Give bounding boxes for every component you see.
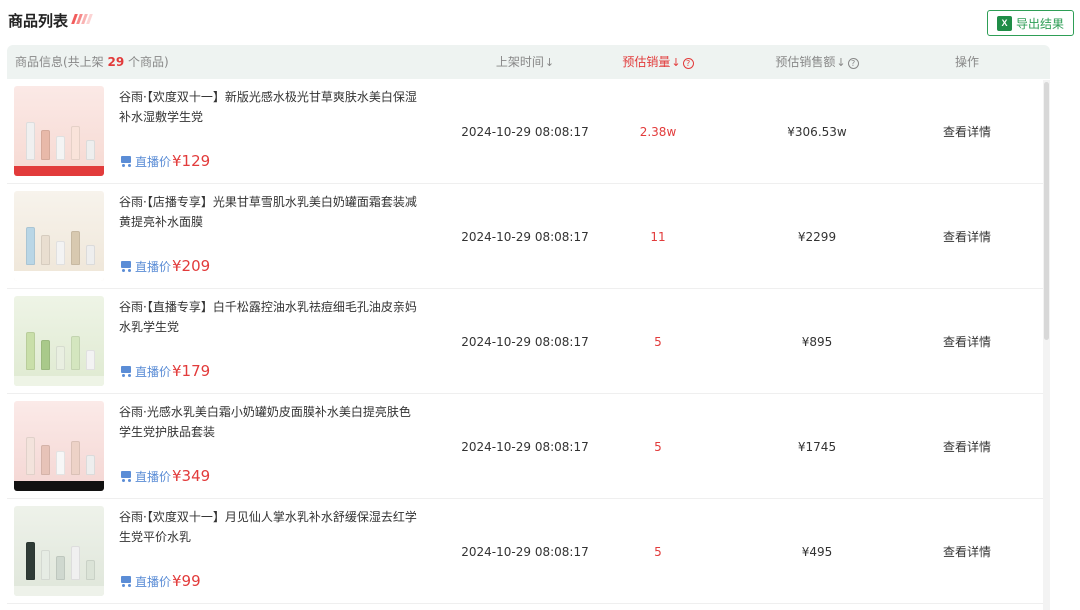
- price-label: 直播价: [135, 469, 172, 484]
- scrollbar[interactable]: [1043, 80, 1050, 610]
- cart-icon: [119, 470, 133, 482]
- title-decoration: [71, 14, 93, 24]
- price-value: ¥179: [172, 362, 211, 380]
- help-icon[interactable]: ?: [847, 58, 859, 69]
- cart-icon: [119, 155, 133, 167]
- column-estimated-sales[interactable]: 预估销量↓?: [603, 45, 713, 79]
- scrollbar-thumb[interactable]: [1044, 82, 1049, 340]
- estimated-amount: ¥495: [801, 545, 833, 559]
- estimated-sales: 5: [654, 335, 662, 349]
- product-name[interactable]: 谷雨·【店播专享】光果甘草雪肌水乳美白奶罐面霜套装减黄提亮补水面膜: [119, 192, 419, 232]
- view-details-link[interactable]: 查看详情: [912, 437, 1022, 457]
- live-price: 直播价 ¥179: [119, 362, 210, 380]
- table-row: 谷雨·光感水乳美白霜小奶罐奶皮面膜补水美白提亮肤色学生党护肤品套装 直播价 ¥3…: [7, 394, 1050, 499]
- live-price: 直播价 ¥99: [119, 572, 201, 590]
- price-label: 直播价: [135, 154, 172, 169]
- live-price: 直播价 ¥129: [119, 152, 210, 170]
- cart-icon: [119, 365, 133, 377]
- price-value: ¥99: [172, 572, 201, 590]
- product-name[interactable]: 谷雨·【欢度双十一】新版光感水极光甘草爽肤水美白保湿补水湿敷学生党: [119, 87, 419, 127]
- table-header: 商品信息(共上架 29 个商品) 上架时间↓ 预估销量↓? 预估销售额↓? 操作: [7, 45, 1050, 79]
- table-row: 谷雨·【欢度双十一】新版光感水极光甘草爽肤水美白保湿补水湿敷学生党 直播价 ¥1…: [7, 79, 1050, 184]
- column-product-info: 商品信息(共上架 29 个商品): [15, 55, 169, 69]
- table-row: 谷雨·【欢度双十一】月见仙人掌水乳补水舒缓保湿去红学生党平价水乳 直播价 ¥99…: [7, 499, 1050, 604]
- estimated-amount: ¥306.53w: [787, 125, 847, 139]
- product-name[interactable]: 谷雨·【直播专享】白千松露控油水乳祛痘细毛孔油皮亲妈水乳学生党: [119, 297, 419, 337]
- estimated-sales: 5: [654, 545, 662, 559]
- view-details-link[interactable]: 查看详情: [912, 227, 1022, 247]
- price-value: ¥349: [172, 467, 211, 485]
- view-details-link[interactable]: 查看详情: [912, 122, 1022, 142]
- product-name[interactable]: 谷雨·光感水乳美白霜小奶罐奶皮面膜补水美白提亮肤色学生党护肤品套装: [119, 402, 419, 442]
- listing-time: 2024-10-29 08:08:17: [461, 125, 589, 139]
- estimated-amount: ¥2299: [797, 230, 837, 244]
- product-count: 29: [107, 55, 125, 69]
- sort-down-icon: ↓: [671, 56, 681, 69]
- cart-icon: [119, 575, 133, 587]
- table-row: 谷雨·【直播专享】白千松露控油水乳祛痘细毛孔油皮亲妈水乳学生党 直播价 ¥179…: [7, 289, 1050, 394]
- listing-time: 2024-10-29 08:08:17: [461, 230, 589, 244]
- product-thumbnail[interactable]: [14, 506, 104, 596]
- product-thumbnail[interactable]: [14, 296, 104, 386]
- price-value: ¥209: [172, 257, 211, 275]
- listing-time: 2024-10-29 08:08:17: [461, 545, 589, 559]
- help-icon[interactable]: ?: [682, 58, 694, 69]
- product-name[interactable]: 谷雨·【欢度双十一】月见仙人掌水乳补水舒缓保湿去红学生党平价水乳: [119, 507, 419, 547]
- estimated-sales: 11: [650, 230, 666, 244]
- price-label: 直播价: [135, 364, 172, 379]
- excel-icon: X: [996, 15, 1012, 31]
- view-details-link[interactable]: 查看详情: [912, 332, 1022, 352]
- estimated-sales: 5: [654, 440, 662, 454]
- price-value: ¥129: [172, 152, 211, 170]
- table-row: 谷雨·【店播专享】光果甘草雪肌水乳美白奶罐面霜套装减黄提亮补水面膜 直播价 ¥2…: [7, 184, 1050, 289]
- export-label: 导出结果: [1015, 16, 1064, 31]
- view-details-link[interactable]: 查看详情: [912, 542, 1022, 562]
- listing-time: 2024-10-29 08:08:17: [461, 335, 589, 349]
- page-header: 商品列表 X 导出结果: [8, 8, 1074, 38]
- listing-time: 2024-10-29 08:08:17: [461, 440, 589, 454]
- live-price: 直播价 ¥349: [119, 467, 210, 485]
- product-thumbnail[interactable]: [14, 86, 104, 176]
- column-estimated-amount[interactable]: 预估销售额↓?: [757, 45, 877, 79]
- page-title: 商品列表: [8, 12, 69, 30]
- sort-down-icon: ↓: [836, 56, 846, 69]
- product-thumbnail[interactable]: [14, 401, 104, 491]
- column-actions: 操作: [954, 55, 979, 69]
- estimated-amount: ¥895: [801, 335, 833, 349]
- column-listing-time[interactable]: 上架时间↓: [470, 45, 580, 79]
- product-thumbnail[interactable]: [14, 191, 104, 281]
- cart-icon: [119, 260, 133, 272]
- price-label: 直播价: [135, 574, 172, 589]
- product-table: 商品信息(共上架 29 个商品) 上架时间↓ 预估销量↓? 预估销售额↓? 操作…: [7, 45, 1050, 604]
- export-results-button[interactable]: X 导出结果: [987, 10, 1074, 36]
- sort-down-icon: ↓: [544, 56, 555, 69]
- estimated-amount: ¥1745: [797, 440, 837, 454]
- price-label: 直播价: [135, 259, 172, 274]
- estimated-sales: 2.38w: [639, 125, 677, 139]
- live-price: 直播价 ¥209: [119, 257, 210, 275]
